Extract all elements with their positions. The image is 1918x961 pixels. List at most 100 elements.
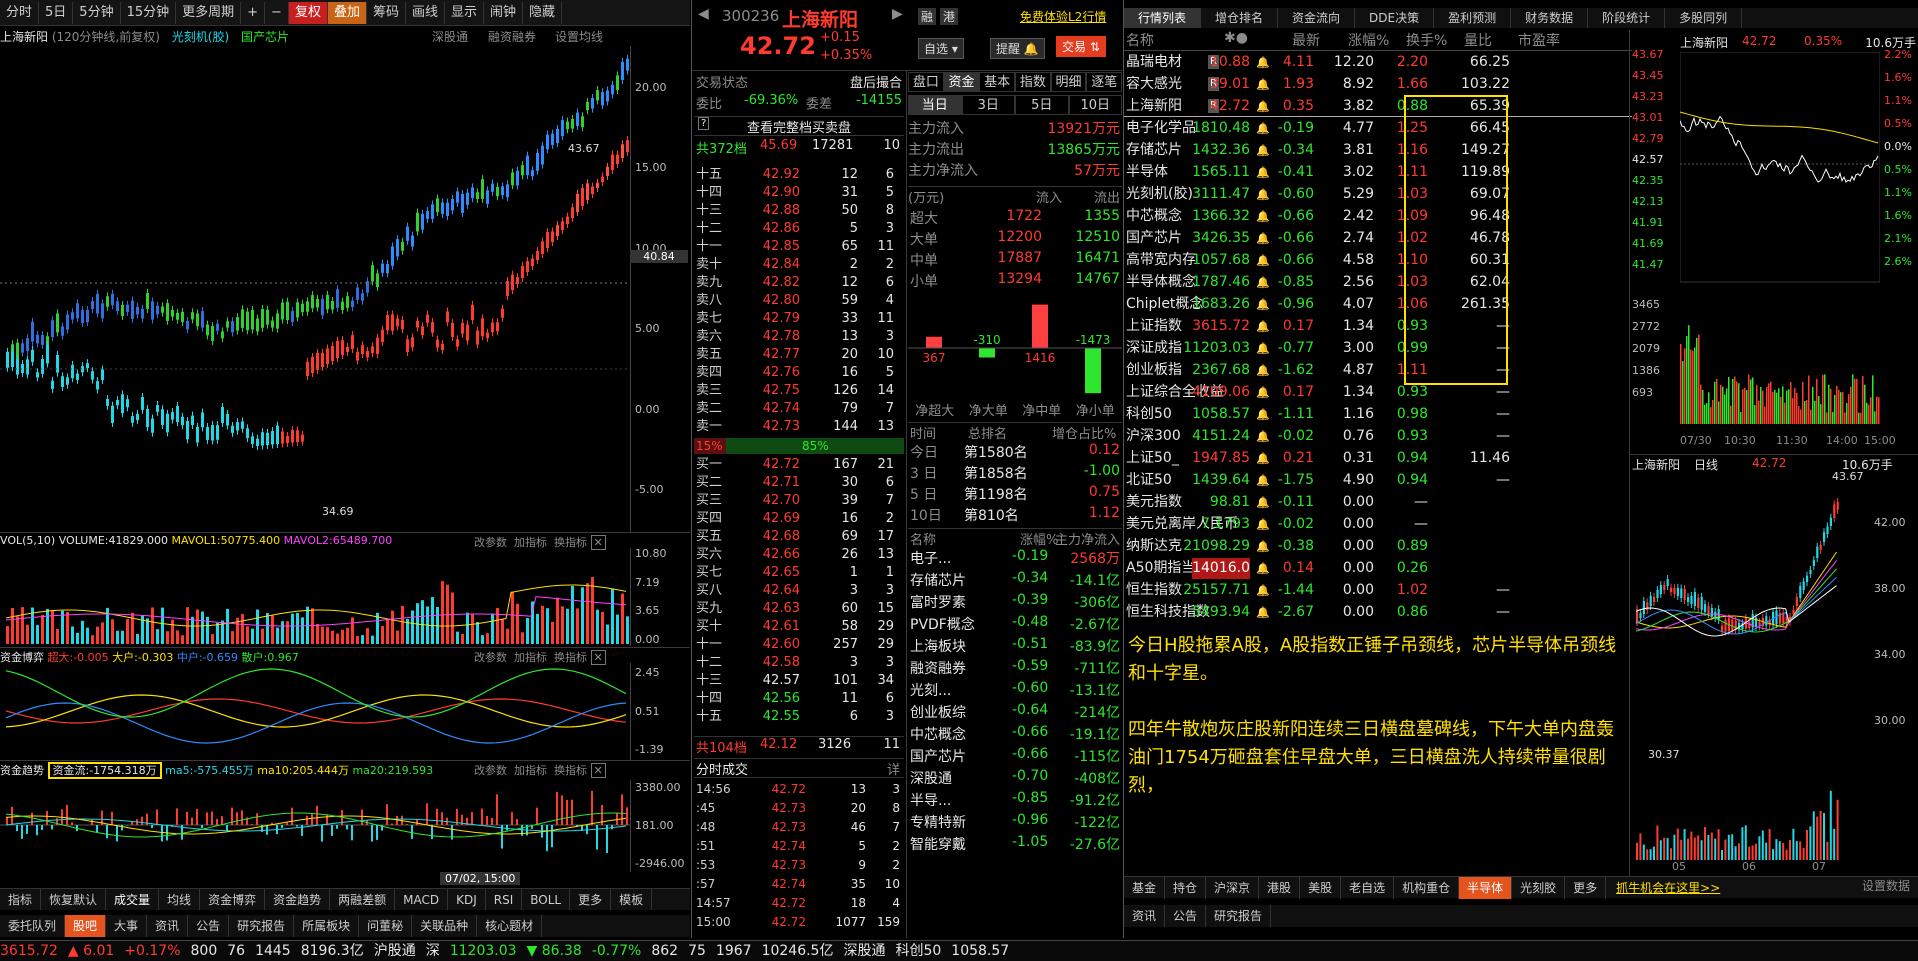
toolbar-item-11[interactable]: 显示	[445, 1, 485, 24]
indicator-tab-3[interactable]: 均线	[159, 889, 201, 910]
market-row[interactable]: 北证50 🔔 1439.64 -1.75 4.90 0.94 —	[1124, 470, 1632, 491]
info-tab-6[interactable]: 所属板块	[294, 915, 360, 937]
ask-level[interactable]: 卖一 42.73 144 13	[694, 418, 904, 436]
market-row[interactable]: 创业板指 🔔 2367.68 -1.62 4.87 1.11—	[1124, 360, 1632, 381]
capital-period-3[interactable]: 10日	[1068, 95, 1122, 115]
toolbar-item-6[interactable]: −	[265, 1, 289, 24]
toolbar-item-7[interactable]: 复权	[288, 1, 328, 24]
ask-level[interactable]: 卖四 42.76 16 5	[694, 364, 904, 382]
kchart-link-sgt[interactable]: 深股通	[432, 28, 468, 45]
bid-level[interactable]: 买十 42.61 58 29	[694, 618, 904, 636]
info-tab-3[interactable]: 资讯	[147, 915, 189, 937]
market-row[interactable]: 晶瑞电材 R 🔔 10.88 4.11 12.20 2.20 66.25	[1124, 52, 1632, 73]
sector-row[interactable]: 上海板块 -0.51 -83.9亿	[908, 636, 1122, 658]
capital-period-1[interactable]: 3日	[961, 95, 1015, 115]
hk-badge[interactable]: 港	[940, 8, 959, 25]
capital-period-2[interactable]: 5日	[1015, 95, 1069, 115]
info-tab-5[interactable]: 研究报告	[229, 915, 295, 937]
sector-row[interactable]: 富时罗素 -0.39 -306亿	[908, 592, 1122, 614]
info-tab-7[interactable]: 问董秘	[359, 915, 413, 937]
ask-level[interactable]: 卖六 42.78 13 3	[694, 328, 904, 346]
ask-level[interactable]: 十四 42.90 31 5	[694, 184, 904, 202]
market-tab-4[interactable]: 盈利预测	[1434, 8, 1512, 28]
toolbar-item-12[interactable]: 闹钟	[484, 1, 524, 24]
bid-level[interactable]: 十五 42.55 6 3	[694, 708, 904, 726]
ticker-item-7[interactable]: 沪股通	[374, 943, 416, 959]
indicator-tab-2[interactable]: 成交量	[106, 889, 160, 910]
kchart-tag-chips[interactable]: 国产芯片	[241, 30, 289, 44]
toolbar-item-4[interactable]: 更多周期	[176, 1, 242, 24]
indicator-tab-10[interactable]: BOLL	[522, 889, 571, 910]
sector-row[interactable]: 存储芯片 -0.34 -14.1亿	[908, 570, 1122, 592]
kline-chart[interactable]	[0, 46, 630, 532]
ask-level[interactable]: 卖三 42.75 126 14	[694, 382, 904, 400]
market-row[interactable]: 上证50_ 🔔 1947.85 0.21 0.31 0.94 11.46	[1124, 448, 1632, 469]
market-bottom-tab-5[interactable]: 老自选	[1341, 877, 1395, 899]
market-bottom-tab-9[interactable]: 更多	[1565, 877, 1607, 899]
sector-row[interactable]: 智能穿戴 -1.05 -27.6亿	[908, 834, 1122, 856]
capital-tab-4[interactable]: 明细	[1050, 72, 1087, 92]
promo-link[interactable]: 抓牛机会在这里>>	[1606, 879, 1730, 896]
market-row[interactable]: A50期指当月连续 🔔 14016.0 0.14 0.00 0.26	[1124, 558, 1632, 579]
market-row[interactable]: 恒生科技指数 🔔 5493.94 -2.67 0.00 0.86—	[1124, 602, 1632, 623]
market-header-cell[interactable]: 市盈率	[1518, 30, 1560, 50]
market-info-tab-2[interactable]: 研究报告	[1206, 905, 1272, 927]
indicator-tab-9[interactable]: RSI	[486, 889, 523, 910]
trend-add-indicator-button[interactable]: 加指标	[514, 764, 547, 777]
sector-row[interactable]: 融资融券 -0.59 -711亿	[908, 658, 1122, 680]
toolbar-item-3[interactable]: 15分钟	[121, 1, 177, 24]
toolbar-item-5[interactable]: +	[241, 1, 266, 24]
indicator-tab-5[interactable]: 资金趋势	[265, 889, 331, 910]
bid-level[interactable]: 买七 42.65 1 1	[694, 564, 904, 582]
toolbar-item-8[interactable]: 叠加	[327, 1, 367, 24]
kchart-tag-lithography[interactable]: 光刻机(胶)	[172, 30, 229, 44]
trend-switch-indicator-button[interactable]: 换指标	[554, 764, 587, 777]
market-bottom-tab-3[interactable]: 港股	[1259, 877, 1301, 899]
view-full-book-button[interactable]: ? 查看完整档买卖盘	[694, 116, 904, 136]
bid-level[interactable]: 买四 42.69 16 2	[694, 510, 904, 528]
indicator-tab-0[interactable]: 指标	[0, 889, 42, 910]
market-row[interactable]: 半导体 🔔 1565.11 -0.41 3.02 1.11 119.89	[1124, 162, 1632, 183]
ask-level[interactable]: 卖二 42.74 79 7	[694, 400, 904, 418]
bid-level[interactable]: 买八 42.64 3 3	[694, 582, 904, 600]
sector-row[interactable]: PVDF概念 -0.48 -2.67亿	[908, 614, 1122, 636]
margin-badge[interactable]: 融	[918, 8, 937, 25]
sort-icon[interactable]: ✱●	[1224, 30, 1248, 46]
info-tab-1[interactable]: 股吧	[65, 915, 107, 937]
market-row[interactable]: 上证综合全收益 🔔 4109.06 0.17 1.34 0.93—	[1124, 382, 1632, 403]
market-tab-5[interactable]: 财务数据	[1511, 8, 1589, 28]
sector-row[interactable]: 国产芯片 -0.66 -115亿	[908, 746, 1122, 768]
ask-level[interactable]: 十二 42.86 5 3	[694, 220, 904, 238]
info-tab-2[interactable]: 大事	[106, 915, 148, 937]
bid-level[interactable]: 买五 42.68 69 17	[694, 528, 904, 546]
indicator-tab-11[interactable]: 更多	[570, 889, 612, 910]
market-row[interactable]: Chiplet概念 🔔 1683.26 -0.96 4.07 1.06 261.35	[1124, 294, 1632, 315]
tick-detail-button[interactable]: 详	[887, 759, 900, 778]
market-row[interactable]: 科创50 🔔 1058.57 -1.11 1.16 0.98 —	[1124, 404, 1632, 425]
market-row[interactable]: 高带宽内存 🔔 1057.68 -0.66 4.58 1.10 60.31	[1124, 250, 1632, 271]
bid-level[interactable]: 十三 42.57 101 34	[694, 672, 904, 690]
market-bottom-tab-0[interactable]: 基金	[1124, 877, 1166, 899]
market-row[interactable]: 容大感光 R 🔔 39.01 1.93 8.92 1.66 103.22	[1124, 74, 1632, 95]
bid-level[interactable]: 十四 42.56 11 6	[694, 690, 904, 708]
bid-level[interactable]: 买三 42.70 39 7	[694, 492, 904, 510]
market-bottom-tab-8[interactable]: 光刻胶	[1512, 877, 1566, 899]
ask-level[interactable]: 十一 42.85 65 11	[694, 238, 904, 256]
toolbar-item-0[interactable]: 分时	[0, 1, 40, 24]
market-bottom-tab-2[interactable]: 沪深京	[1206, 877, 1260, 899]
market-bottom-tab-7[interactable]: 半导体	[1459, 877, 1513, 899]
sector-row[interactable]: 中芯概念 -0.66 -19.1亿	[908, 724, 1122, 746]
indicator-tab-7[interactable]: MACD	[395, 889, 449, 910]
info-tab-9[interactable]: 核心题材	[477, 915, 543, 937]
market-header-cell[interactable]: 名称	[1126, 30, 1154, 50]
l2-trial-link[interactable]: 免费体验L2行情	[1020, 8, 1106, 25]
remind-button[interactable]: 提醒 🔔	[990, 38, 1045, 59]
market-bottom-tab-1[interactable]: 持仓	[1165, 877, 1207, 899]
bid-level[interactable]: 买二 42.71 30 6	[694, 474, 904, 492]
capital-tab-3[interactable]: 指数	[1015, 72, 1051, 92]
prev-stock-icon[interactable]: ◀	[698, 6, 709, 22]
indicator-tab-8[interactable]: KDJ	[448, 889, 486, 910]
next-stock-icon[interactable]: ▶	[892, 6, 903, 22]
market-header-cell[interactable]: 涨幅%	[1348, 30, 1389, 50]
market-tab-0[interactable]: 行情列表	[1124, 8, 1202, 28]
